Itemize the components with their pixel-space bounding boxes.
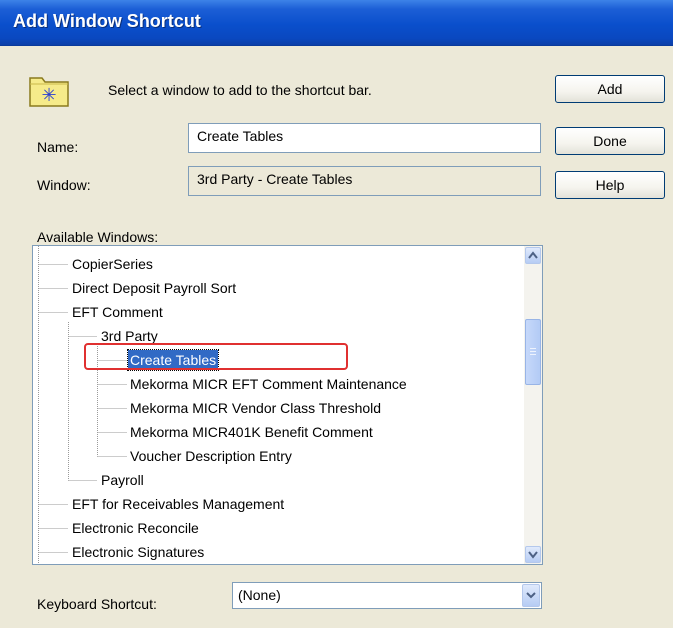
tree-scrollbar[interactable] [524, 246, 542, 564]
dropdown-arrow-icon[interactable] [522, 584, 540, 607]
tree-item-mekorma-micr-eft-comment-maintenance[interactable]: Mekorma MICR EFT Comment Maintenance [128, 374, 409, 394]
scroll-up-icon[interactable] [525, 247, 541, 264]
window-field: 3rd Party - Create Tables [188, 166, 541, 196]
scroll-thumb[interactable] [525, 319, 541, 385]
tree-item-eft-comment[interactable]: EFT Comment [70, 302, 165, 322]
name-label: Name: [37, 139, 79, 155]
name-field[interactable]: Create Tables [188, 123, 541, 153]
window-label: Window: [37, 177, 91, 193]
tree-item-eft-for-receivables-management[interactable]: EFT for Receivables Management [70, 494, 286, 514]
available-windows-tree[interactable]: CopierSeries Direct Deposit Payroll Sort… [32, 245, 543, 565]
title-bar: Add Window Shortcut [0, 0, 673, 46]
tree-item-copierseries[interactable]: CopierSeries [70, 254, 155, 274]
svg-text:✳: ✳ [41, 85, 56, 106]
scroll-down-icon[interactable] [525, 546, 541, 563]
tree-item-mekorma-micr401k-benefit-comment[interactable]: Mekorma MICR401K Benefit Comment [128, 422, 375, 442]
tree-item-voucher-description-entry[interactable]: Voucher Description Entry [128, 446, 294, 466]
tree-item-electronic-reconcile[interactable]: Electronic Reconcile [70, 518, 201, 538]
help-button[interactable]: Help [555, 171, 665, 199]
instruction-text: Select a window to add to the shortcut b… [108, 82, 372, 98]
keyboard-shortcut-value: (None) [238, 587, 281, 603]
keyboard-shortcut-select[interactable]: (None) [232, 582, 542, 609]
keyboard-shortcut-label: Keyboard Shortcut: [37, 596, 157, 612]
selection-highlight-box [84, 343, 348, 370]
available-windows-label: Available Windows: [37, 229, 159, 245]
done-button[interactable]: Done [555, 127, 665, 155]
tree-item-mekorma-micr-vendor-class-threshold[interactable]: Mekorma MICR Vendor Class Threshold [128, 398, 383, 418]
window-title: Add Window Shortcut [13, 11, 201, 31]
add-button[interactable]: Add [555, 75, 665, 103]
tree-item-payroll[interactable]: Payroll [99, 470, 146, 490]
tree-item-electronic-signatures[interactable]: Electronic Signatures [70, 542, 206, 562]
tree-item-direct-deposit-payroll-sort[interactable]: Direct Deposit Payroll Sort [70, 278, 238, 298]
folder-star-icon: ✳ [28, 72, 72, 108]
